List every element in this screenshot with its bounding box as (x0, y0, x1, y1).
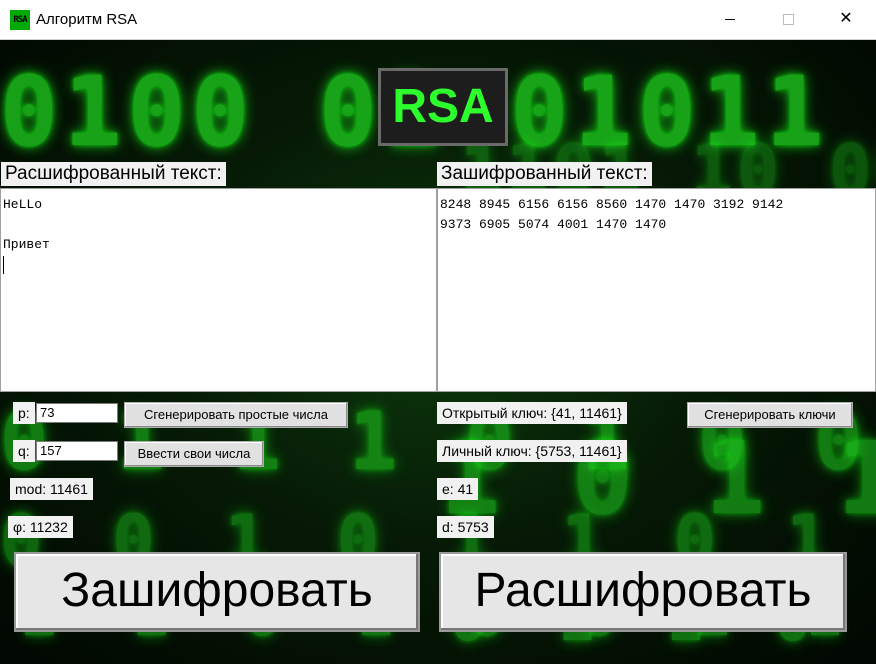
d-value: d: 5753 (437, 516, 494, 538)
q-label: q: (13, 440, 35, 462)
app-icon: RSA (10, 10, 30, 30)
minimize-icon (725, 19, 735, 20)
decrypted-text-label: Расшифрованный текст: (1, 162, 226, 186)
title-bar: RSA Алгоритм RSA ✕ (0, 0, 876, 40)
enter-own-numbers-button[interactable]: Ввести свои числа (124, 441, 264, 467)
e-value: e: 41 (437, 478, 479, 500)
public-key-value: Открытый ключ: {41, 11461} (437, 402, 627, 424)
p-label: p: (13, 402, 35, 424)
close-icon: ✕ (839, 10, 853, 27)
phi-value: φ: 11232 (8, 516, 73, 538)
decrypted-text-area[interactable]: HeLLo Привет (0, 188, 437, 392)
generate-keys-button[interactable]: Сгенерировать ключи (687, 402, 853, 428)
decrypted-text: HeLLo Привет (3, 197, 50, 252)
minimize-button[interactable] (701, 0, 759, 40)
maximize-button (759, 0, 817, 40)
mod-value: mod: 11461 (10, 478, 93, 500)
close-button[interactable]: ✕ (817, 0, 875, 40)
p-input[interactable]: 73 (36, 403, 118, 423)
rsa-logo: RSA (378, 68, 508, 146)
decrypt-button[interactable]: Расшифровать (439, 552, 847, 632)
encrypted-text: 8248 8945 6156 6156 8560 1470 1470 3192 … (440, 197, 784, 232)
encrypt-button[interactable]: Зашифровать (14, 552, 420, 632)
window-title: Алгоритм RSA (36, 11, 138, 28)
encrypted-text-label: Зашифрованный текст: (437, 162, 652, 186)
text-caret (3, 255, 4, 274)
maximize-icon (783, 14, 794, 25)
private-key-value: Личный ключ: {5753, 11461} (437, 440, 627, 462)
q-input[interactable]: 157 (36, 441, 118, 461)
generate-primes-button[interactable]: Сгенерировать простые числа (124, 402, 348, 428)
matrix-background: 0100 01 01011 1101 10 0011011 0 1 1 1 0 … (0, 40, 876, 664)
encrypted-text-area[interactable]: 8248 8945 6156 6156 8560 1470 1470 3192 … (437, 188, 876, 392)
